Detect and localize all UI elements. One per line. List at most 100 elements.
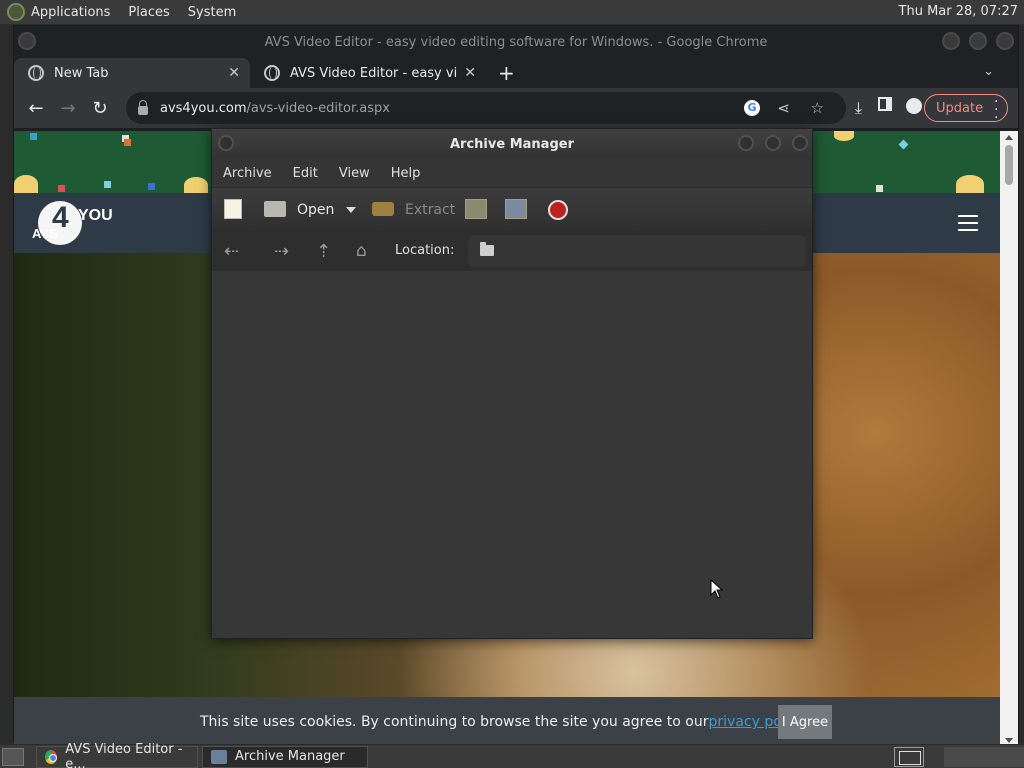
close-window-button[interactable]: [792, 135, 808, 151]
location-label: Location:: [395, 243, 455, 258]
archive-menubar: Archive Edit View Help: [212, 159, 812, 187]
chrome-title-bar: AVS Video Editor - easy video editing so…: [14, 26, 1018, 58]
close-tab-icon[interactable]: ✕: [464, 65, 476, 81]
archive-toolbar: Open Extract: [212, 187, 812, 231]
add-folder-icon[interactable]: [505, 199, 527, 219]
folder-icon: [480, 242, 494, 256]
balloon-decoration: [184, 177, 208, 193]
add-files-icon[interactable]: [465, 199, 487, 219]
back-arrow-icon[interactable]: ←: [20, 98, 52, 119]
tab-new-tab[interactable]: New Tab ✕: [14, 58, 250, 88]
url-path: /avs-video-editor.aspx: [246, 100, 390, 116]
menu-view[interactable]: View: [339, 166, 370, 181]
logo-you: YOU: [78, 207, 113, 224]
menu-edit[interactable]: Edit: [293, 166, 318, 181]
maximize-button[interactable]: [765, 135, 781, 151]
logo-avs: AVS: [32, 226, 58, 241]
menu-help[interactable]: Help: [391, 166, 421, 181]
stop-icon[interactable]: [548, 200, 568, 220]
location-field[interactable]: [468, 235, 806, 267]
home-icon[interactable]: ⌂: [356, 241, 367, 261]
back-icon[interactable]: ⇠: [224, 241, 239, 262]
workspace-switcher[interactable]: [894, 747, 924, 767]
archive-manager-icon: [211, 749, 227, 764]
confetti-decoration: [148, 183, 155, 190]
scroll-up-icon[interactable]: [1005, 135, 1013, 140]
profile-avatar-icon[interactable]: [906, 98, 922, 114]
open-archive-icon[interactable]: [264, 201, 286, 217]
confetti-decoration: [876, 185, 883, 192]
update-label: Update: [936, 100, 984, 116]
close-window-button[interactable]: [996, 32, 1014, 50]
lock-icon[interactable]: [138, 99, 148, 115]
task-label: AVS Video Editor - e...: [65, 741, 183, 768]
open-dropdown-chevron-icon[interactable]: [346, 207, 356, 213]
tab-search-chevron-icon[interactable]: ⌄: [983, 64, 994, 79]
hamburger-menu-icon[interactable]: [958, 215, 978, 236]
chrome-menu-dots-icon[interactable]: · · ·: [994, 95, 998, 125]
tab-label: New Tab: [54, 65, 109, 81]
menu-archive[interactable]: Archive: [223, 166, 272, 181]
maximize-button[interactable]: [969, 32, 987, 50]
close-tab-icon[interactable]: ✕: [228, 65, 240, 81]
archive-title-bar[interactable]: Archive Manager: [212, 129, 812, 159]
forward-arrow-icon[interactable]: →: [52, 98, 84, 119]
extract-button[interactable]: Extract: [405, 202, 455, 218]
window-menu-button[interactable]: [218, 135, 234, 151]
chrome-window-title: AVS Video Editor - easy video editing so…: [264, 34, 768, 50]
task-archive-manager[interactable]: Archive Manager: [202, 745, 368, 768]
balloon-decoration: [14, 175, 38, 193]
distro-logo-icon[interactable]: [7, 3, 25, 21]
bottom-taskbar: AVS Video Editor - e... Archive Manager: [0, 742, 1024, 768]
archive-manager-window: Archive Manager Archive Edit View Help O…: [211, 128, 813, 639]
window-menu-button[interactable]: [18, 32, 36, 50]
chrome-icon: [45, 749, 58, 764]
update-button[interactable]: Update · · ·: [924, 94, 1008, 125]
url-host: avs4you.com: [160, 100, 247, 116]
new-tab-plus-icon[interactable]: +: [498, 61, 515, 85]
i-agree-button[interactable]: I Agree: [778, 705, 832, 739]
top-panel: Applications Places System Thu Mar 28, 0…: [0, 0, 1024, 24]
confetti-decoration: [30, 133, 37, 140]
confetti-decoration: [104, 181, 111, 188]
task-chrome[interactable]: AVS Video Editor - e...: [36, 742, 198, 768]
scrollbar-thumb[interactable]: [1005, 145, 1013, 185]
balloon-decoration: [956, 175, 984, 193]
confetti-decoration: [898, 139, 909, 150]
bookmark-star-icon[interactable]: ☆: [811, 99, 824, 117]
tab-strip: New Tab ✕ AVS Video Editor - easy video …: [14, 58, 1018, 88]
menu-system[interactable]: System: [188, 5, 236, 20]
confetti-decoration: [58, 185, 65, 192]
download-icon[interactable]: ⤓: [855, 98, 862, 118]
tab-label: AVS Video Editor - easy video: [290, 65, 458, 81]
reload-icon[interactable]: ↻: [84, 98, 116, 119]
google-lens-icon[interactable]: G: [744, 100, 760, 116]
tab-avs-video-editor[interactable]: AVS Video Editor - easy video ✕: [250, 58, 486, 88]
scroll-down-icon[interactable]: [1005, 738, 1013, 743]
new-archive-icon[interactable]: [224, 199, 242, 219]
location-bar: ⇠ ⇢ ⇡ ⌂ Location:: [212, 231, 812, 271]
archive-title: Archive Manager: [450, 136, 574, 152]
panel-clock[interactable]: Thu Mar 28, 07:27: [899, 4, 1018, 19]
globe-icon: [264, 65, 280, 81]
share-icon[interactable]: ⋖: [777, 99, 790, 117]
page-scrollbar[interactable]: [1000, 131, 1018, 747]
side-panel-icon[interactable]: [878, 97, 892, 111]
extract-icon[interactable]: [372, 202, 394, 216]
menu-applications[interactable]: Applications: [31, 5, 110, 20]
minimize-button[interactable]: [738, 135, 754, 151]
cookie-text: This site uses cookies. By continuing to…: [200, 714, 709, 730]
open-button[interactable]: Open: [297, 202, 334, 218]
balloon-decoration: [834, 131, 854, 141]
up-icon[interactable]: ⇡: [316, 241, 331, 262]
forward-icon[interactable]: ⇢: [274, 241, 289, 262]
system-tray[interactable]: [944, 747, 1024, 767]
cookie-bar: This site uses cookies. By continuing to…: [14, 697, 1002, 747]
address-bar[interactable]: avs4you.com/avs-video-editor.aspx G ⋖ ☆: [126, 92, 846, 124]
minimize-button[interactable]: [942, 32, 960, 50]
chrome-toolbar: ← → ↻ avs4you.com/avs-video-editor.aspx …: [14, 88, 1018, 128]
task-label: Archive Manager: [235, 749, 345, 764]
chrome-favicon-icon: [28, 65, 44, 81]
show-desktop-icon[interactable]: [2, 747, 24, 766]
menu-places[interactable]: Places: [128, 5, 169, 20]
